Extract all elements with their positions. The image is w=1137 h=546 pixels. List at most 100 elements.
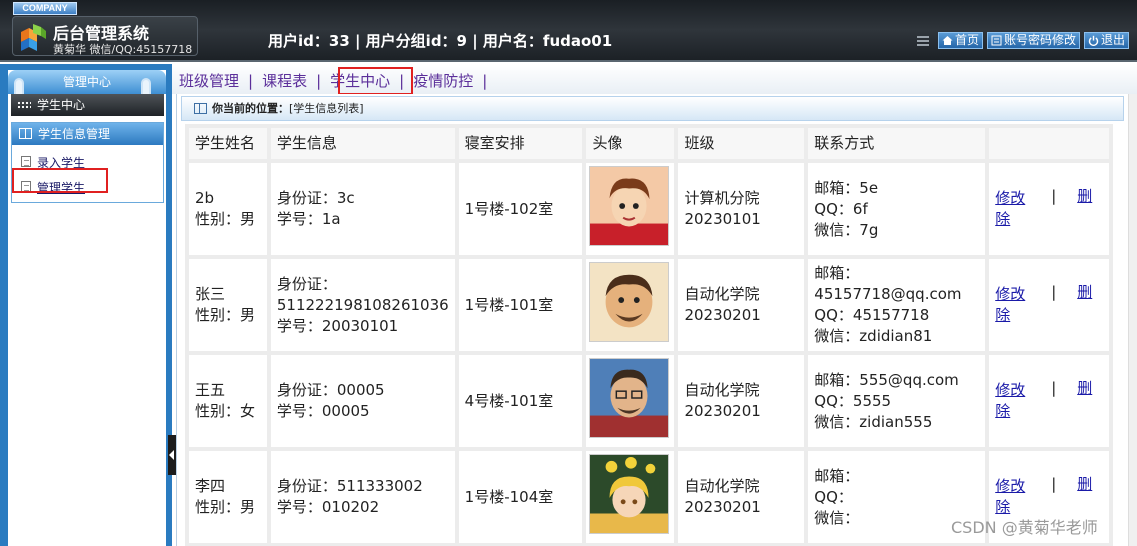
student-name: 2b bbox=[195, 189, 215, 207]
contact-line: QQ：5555 bbox=[814, 391, 892, 410]
nav-epidemic-control[interactable]: 疫情防控 bbox=[410, 70, 476, 91]
college: 自动化学院 bbox=[684, 381, 760, 399]
power-icon bbox=[1088, 35, 1099, 46]
account-icon bbox=[991, 35, 1002, 46]
info-line: 身份证：511333002 bbox=[276, 477, 423, 495]
student-name-cell: 王五性别：女 bbox=[189, 355, 267, 447]
change-password-label: 账号密码修改 bbox=[1004, 33, 1077, 47]
info-line: 学号：00005 bbox=[276, 402, 370, 420]
delete-link[interactable]: 删 bbox=[1077, 378, 1092, 399]
main-content: 你当前的位置：[学生信息列表] 学生姓名 学生信息 寝室安排 头像 班级 联系方… bbox=[176, 94, 1128, 546]
avatar bbox=[589, 262, 670, 342]
student-table: 学生姓名 学生信息 寝室安排 头像 班级 联系方式 2b 性别：男 身份证：3c 学… bbox=[185, 124, 1113, 546]
breadcrumb-label: 你当前的位置： bbox=[212, 102, 289, 115]
nav-timetable[interactable]: 课程表 bbox=[259, 70, 310, 91]
avatar-cell bbox=[586, 355, 675, 447]
actions-cell: 修改 除 | 删 bbox=[989, 259, 1109, 351]
contact-line: 45157718@qq.com bbox=[814, 285, 962, 303]
student-name: 李四 bbox=[195, 477, 226, 495]
column-header: 寝室安排 bbox=[458, 128, 583, 159]
info-line: 身份证：3c bbox=[276, 189, 355, 207]
info-line: 学号：20030101 bbox=[276, 316, 399, 335]
dorm-cell: 1号楼-102室 bbox=[458, 163, 583, 255]
vertical-scrollbar[interactable] bbox=[1128, 94, 1137, 546]
logout-button[interactable]: 退出 bbox=[1084, 32, 1130, 49]
student-table-wrapper: 学生姓名 学生信息 寝室安排 头像 班级 联系方式 2b 性别：男 身份证：3c 学… bbox=[185, 124, 1113, 546]
delete-link[interactable]: 删 bbox=[1077, 282, 1092, 303]
watermark: CSDN @黄菊华老师 bbox=[951, 518, 1098, 537]
edit-link[interactable]: 修改 bbox=[995, 189, 1025, 207]
class-number: 20230201 bbox=[684, 306, 761, 324]
student-gender: 性别：女 bbox=[195, 402, 256, 420]
table-row: 2b 性别：男 身份证：3c 学号：1a 1号楼-102室 计算机分院 2023… bbox=[189, 163, 1109, 255]
location-icon bbox=[194, 103, 207, 114]
change-password-button[interactable]: 账号密码修改 bbox=[987, 32, 1081, 49]
contact-line: 邮箱：5e bbox=[814, 178, 879, 197]
top-actions: 首页 账号密码修改 退出 bbox=[916, 32, 1130, 49]
contact-cell: 邮箱：555@qq.com QQ：5555 微信：zidian555 bbox=[808, 355, 986, 447]
student-name-cell: 李四 性别：男 bbox=[189, 451, 267, 543]
column-header: 学生姓名 bbox=[189, 128, 267, 159]
actions-cell: 修改 除 | 删 bbox=[989, 355, 1109, 447]
class-number: 20230201 bbox=[684, 498, 761, 516]
column-header bbox=[989, 128, 1109, 159]
highlight-box bbox=[12, 168, 108, 193]
company-badge: COMPANY bbox=[13, 2, 77, 15]
action-separator: | bbox=[1051, 475, 1057, 493]
sidebar-collapse-handle[interactable] bbox=[168, 435, 176, 475]
college: 自动化学院 bbox=[684, 285, 760, 303]
sidebar-item-student-center[interactable]: 学生中心 bbox=[11, 94, 164, 116]
contact-line: 邮箱： bbox=[814, 466, 860, 485]
dorm-cell: 1号楼-101室 bbox=[458, 259, 583, 351]
column-header: 头像 bbox=[586, 128, 675, 159]
contact-cell: 邮箱： 45157718@qq.com QQ：45157718 微信：zdidian8… bbox=[808, 259, 986, 351]
student-gender: 性别：男 bbox=[195, 210, 256, 228]
info-line: 身份证： bbox=[276, 274, 337, 293]
class-number: 20230101 bbox=[684, 210, 761, 228]
college: 自动化学院 bbox=[684, 477, 760, 495]
nav-class-management[interactable]: 班级管理 bbox=[176, 70, 242, 91]
delete-link[interactable]: 删 bbox=[1077, 186, 1092, 207]
contact-cell: 邮箱：5e QQ：6f 微信：7g bbox=[808, 163, 986, 255]
edit-link[interactable]: 修改 bbox=[995, 477, 1025, 495]
contact-line: 微信：zdidian81 bbox=[814, 327, 933, 345]
nav-separator: | bbox=[482, 71, 488, 90]
nav-separator: | bbox=[248, 71, 254, 90]
grip-icon bbox=[916, 34, 930, 48]
sidebar-item-label: 学生中心 bbox=[37, 98, 86, 112]
class-number: 20230201 bbox=[684, 402, 761, 420]
student-name: 张三 bbox=[195, 285, 226, 303]
college: 计算机分院 bbox=[684, 189, 760, 207]
contact-line: QQ： bbox=[814, 487, 853, 506]
edit-link[interactable]: 修改 bbox=[995, 381, 1025, 399]
home-label: 首页 bbox=[955, 33, 980, 47]
edit-link-wrap[interactable]: 除 bbox=[995, 402, 1010, 420]
column-header: 学生信息 bbox=[270, 128, 455, 159]
info-line: 学号：1a bbox=[276, 210, 341, 228]
edit-link-wrap[interactable]: 除 bbox=[995, 210, 1010, 228]
top-nav: 班级管理 | 课程表 | 学生中心 | 疫情防控 | bbox=[172, 64, 1137, 95]
info-line: 511222198108261036 bbox=[276, 295, 449, 314]
sidebar-group-header[interactable]: 学生信息管理 bbox=[12, 123, 163, 145]
edit-link[interactable]: 修改 bbox=[995, 285, 1025, 303]
edit-link-wrap[interactable]: 除 bbox=[995, 306, 1010, 324]
student-info-cell: 身份证：3c 学号：1a bbox=[270, 163, 455, 255]
column-header: 联系方式 bbox=[808, 128, 986, 159]
class-cell: 自动化学院 20230201 bbox=[678, 451, 805, 543]
breadcrumb: 你当前的位置：[学生信息列表] bbox=[181, 96, 1124, 121]
user-info: 用户id：33 | 用户分组id：9 | 用户名：fudao01 bbox=[268, 32, 613, 50]
contact-line: 邮箱：555@qq.com bbox=[814, 370, 959, 389]
grid-dots-icon bbox=[17, 101, 31, 110]
contact-line: 邮箱： bbox=[814, 264, 860, 282]
student-name: 王五 bbox=[195, 381, 226, 399]
highlight-box bbox=[338, 67, 413, 95]
avatar bbox=[589, 454, 670, 534]
avatar-cell bbox=[586, 259, 675, 351]
avatar-cell bbox=[586, 451, 675, 543]
sidebar: 管理中心 学生中心 学生信息管理 录入学生 管理学生 bbox=[0, 64, 172, 546]
delete-link[interactable]: 删 bbox=[1077, 474, 1092, 495]
class-cell: 计算机分院 20230101 bbox=[678, 163, 805, 255]
avatar bbox=[589, 166, 670, 246]
student-info-cell: 身份证：00005 学号：00005 bbox=[270, 355, 455, 447]
home-button[interactable]: 首页 bbox=[938, 32, 984, 49]
